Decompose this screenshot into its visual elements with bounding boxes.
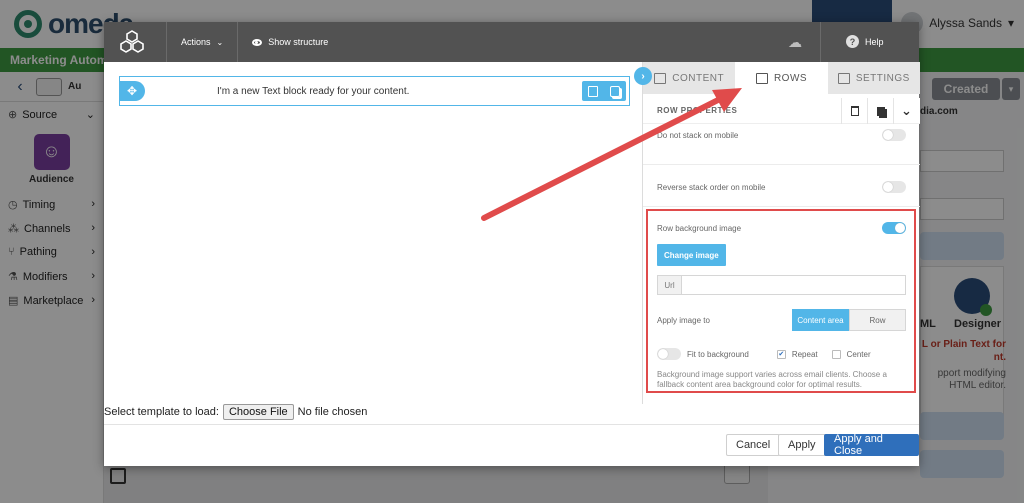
text-block-row[interactable]: ✥ I'm a new Text block ready for your co… — [119, 76, 630, 106]
row-bg-image-toggle[interactable] — [882, 222, 906, 234]
center-checkbox[interactable] — [831, 349, 841, 359]
email-editor-modal: Actions ⌄ Show structure ☁ ? Help ✥ I'm … — [104, 22, 920, 466]
collapse-button[interactable]: ⌄ — [893, 98, 919, 124]
editor-canvas: ✥ I'm a new Text block ready for your co… — [104, 62, 642, 410]
text-block-content[interactable]: I'm a new Text block ready for your cont… — [217, 86, 409, 97]
toolbar-divider — [166, 22, 167, 62]
row-properties-title: ROW PROPERTIES — [657, 106, 738, 115]
footer-divider — [104, 424, 919, 425]
apply-and-close-button[interactable]: Apply and Close — [824, 433, 919, 457]
divider — [643, 164, 920, 165]
apply-button[interactable]: Apply — [778, 434, 826, 456]
properties-panel: CONTENT ROWS SETTINGS ROW PROPERTIES ⌄ D… — [642, 62, 920, 404]
grid-icon — [654, 72, 667, 84]
eye-icon — [252, 38, 263, 46]
cloud-upload-icon[interactable]: ☁ — [788, 34, 802, 51]
image-options-row: Fit to background ✔ Repeat Center — [657, 348, 906, 360]
repeat-checkbox[interactable]: ✔ — [776, 349, 786, 359]
tab-label: ROWS — [773, 72, 808, 84]
duplicate-row-button[interactable] — [867, 98, 893, 124]
toolbar-divider — [820, 22, 821, 62]
divider — [643, 206, 920, 207]
move-icon[interactable]: ✥ — [119, 81, 145, 101]
reverse-stack-toggle[interactable] — [882, 181, 906, 193]
delete-row-button[interactable] — [841, 98, 867, 124]
do-not-stack-label: Do not stack on mobile — [657, 130, 739, 140]
choose-file-button[interactable]: Choose File — [222, 404, 294, 420]
url-input[interactable] — [682, 276, 905, 294]
editor-toolbar: Actions ⌄ Show structure ☁ ? Help — [104, 22, 919, 62]
cubes-logo-icon — [112, 22, 152, 62]
apply-image-segmented: Content area Row — [792, 309, 906, 331]
tab-rows[interactable]: ROWS — [735, 62, 828, 94]
toolbar-divider — [237, 22, 239, 62]
row-bg-image-row: Row background image — [643, 219, 920, 237]
chevron-down-icon: ⌄ — [901, 103, 912, 118]
row-bg-image-label: Row background image — [657, 223, 742, 233]
panel-tabs: CONTENT ROWS SETTINGS — [643, 62, 920, 94]
fit-to-background-label: Fit to background — [687, 349, 749, 359]
url-label: Url — [658, 276, 682, 294]
trash-icon[interactable] — [588, 85, 598, 97]
apply-image-label: Apply image to — [657, 315, 710, 325]
tab-content[interactable]: CONTENT — [643, 62, 735, 94]
trash-icon — [850, 106, 859, 116]
show-structure-button[interactable]: Show structure — [252, 37, 328, 47]
apply-image-row: Apply image to Content area Row — [657, 309, 906, 331]
actions-label: Actions — [181, 37, 211, 47]
center-label: Center — [846, 349, 871, 359]
actions-menu[interactable]: Actions ⌄ — [181, 37, 223, 47]
help-icon: ? — [846, 35, 859, 48]
template-label: Select template to load: — [104, 406, 219, 418]
tab-settings[interactable]: SETTINGS — [828, 62, 920, 94]
help-button[interactable]: ? Help — [846, 35, 884, 48]
help-label: Help — [865, 36, 884, 47]
apply-content-area-option[interactable]: Content area — [792, 309, 849, 331]
reverse-stack-row: Reverse stack order on mobile — [643, 178, 920, 196]
do-not-stack-row: Do not stack on mobile — [643, 126, 920, 144]
duplicate-icon — [876, 106, 885, 116]
fit-to-background-toggle[interactable] — [657, 348, 681, 360]
rows-icon — [755, 72, 768, 84]
apply-row-option[interactable]: Row — [849, 309, 906, 331]
do-not-stack-toggle[interactable] — [882, 129, 906, 141]
tab-label: SETTINGS — [855, 72, 910, 84]
cancel-button[interactable]: Cancel — [726, 434, 781, 456]
chevron-down-icon: ⌄ — [216, 37, 224, 47]
settings-icon — [837, 72, 850, 84]
background-image-note: Background image support varies across e… — [657, 370, 887, 389]
panel-toggle-icon[interactable]: › — [634, 67, 652, 85]
file-status: No file chosen — [297, 406, 368, 418]
properties-tools: ⌄ — [841, 98, 919, 124]
tab-label: CONTENT — [672, 72, 725, 84]
row-toolbar — [582, 81, 626, 101]
repeat-label: Repeat — [791, 349, 818, 359]
template-loader: Select template to load: Choose File No … — [104, 404, 367, 420]
change-image-button[interactable]: Change image — [657, 244, 726, 266]
show-structure-label: Show structure — [268, 37, 329, 47]
duplicate-icon[interactable] — [610, 85, 620, 97]
url-field: Url — [657, 275, 906, 295]
reverse-stack-label: Reverse stack order on mobile — [657, 182, 766, 192]
